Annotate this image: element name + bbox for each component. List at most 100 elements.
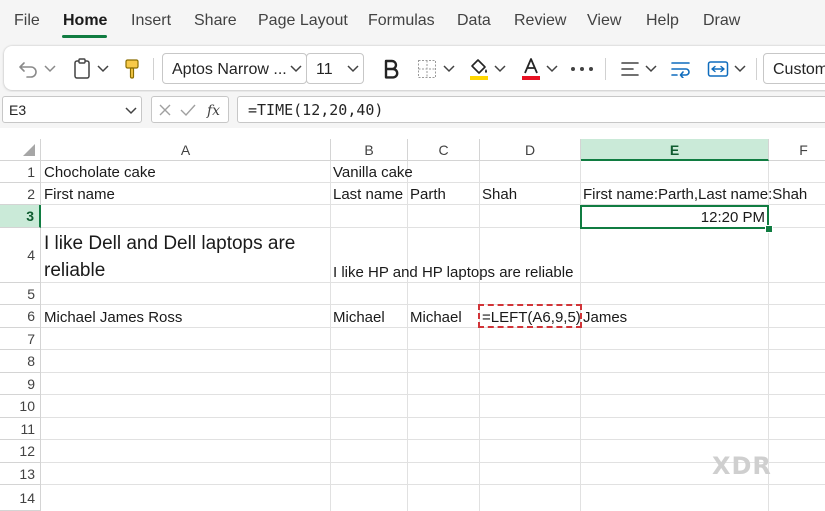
- cell-b1[interactable]: Vanilla cake: [330, 161, 480, 183]
- row-header-7[interactable]: 7: [0, 328, 41, 350]
- tab-help[interactable]: Help: [646, 12, 679, 30]
- paint-bucket-icon: [470, 59, 488, 80]
- fill-color-button[interactable]: [467, 55, 491, 83]
- cell-a1[interactable]: Chocholate cake: [41, 161, 331, 183]
- align-left-icon: [621, 62, 639, 76]
- more-icon: [571, 67, 593, 71]
- svg-text:fx: fx: [206, 103, 220, 119]
- undo-button[interactable]: [17, 58, 41, 80]
- row-header-3[interactable]: 3: [0, 205, 41, 228]
- chevron-down-icon: [734, 65, 746, 73]
- active-tab-indicator: [62, 35, 107, 38]
- cancel-icon[interactable]: [158, 103, 172, 117]
- paste-button[interactable]: [70, 57, 94, 81]
- chevron-down-icon: [546, 65, 558, 73]
- tab-formulas[interactable]: Formulas: [368, 12, 435, 30]
- font-color-button[interactable]: [519, 55, 543, 83]
- font-size-value: 11: [316, 61, 333, 78]
- tab-view[interactable]: View: [587, 12, 621, 30]
- fill-handle[interactable]: [765, 225, 773, 233]
- merge-cells-button[interactable]: [705, 57, 731, 81]
- fill-color-dropdown[interactable]: [493, 60, 507, 78]
- insert-function-icon[interactable]: fx: [206, 101, 224, 119]
- tab-review[interactable]: Review: [514, 12, 566, 30]
- row-header-6[interactable]: 6: [0, 305, 41, 328]
- name-box-value: E3: [9, 102, 27, 118]
- more-options-button[interactable]: [569, 60, 595, 78]
- select-all-button[interactable]: [0, 139, 41, 161]
- chevron-down-icon: [97, 65, 109, 73]
- cell-b4[interactable]: I like HP and HP laptops are reliable: [330, 228, 580, 283]
- row-header-5[interactable]: 5: [0, 283, 41, 305]
- font-size-select[interactable]: 11: [306, 53, 364, 84]
- font-name-value: Aptos Narrow ...: [172, 61, 287, 78]
- row-header-14[interactable]: 14: [0, 485, 41, 511]
- cell-c2[interactable]: Parth: [407, 183, 479, 205]
- chevron-down-icon: [44, 65, 56, 73]
- wrap-text-button[interactable]: [668, 57, 694, 81]
- name-box[interactable]: E3: [2, 96, 142, 123]
- tab-file[interactable]: File: [14, 12, 40, 30]
- column-header-e[interactable]: E: [581, 139, 769, 161]
- font-color-dropdown[interactable]: [545, 60, 559, 78]
- active-cell-border: [580, 205, 769, 229]
- number-format-value: Custom: [773, 61, 825, 78]
- chevron-down-icon: [494, 65, 506, 73]
- chevron-down-icon: [347, 65, 359, 73]
- font-name-select[interactable]: Aptos Narrow ...: [162, 53, 307, 84]
- formula-actions: fx: [151, 96, 229, 123]
- undo-dropdown[interactable]: [43, 60, 57, 78]
- chevron-down-icon: [125, 107, 137, 115]
- merge-dropdown[interactable]: [733, 60, 747, 78]
- row-header-1[interactable]: 1: [0, 161, 41, 183]
- cell-d2[interactable]: Shah: [479, 183, 580, 205]
- row-header-9[interactable]: 9: [0, 373, 41, 395]
- column-header-b[interactable]: B: [331, 139, 408, 161]
- row-header-4[interactable]: 4: [0, 228, 41, 283]
- check-icon[interactable]: [180, 103, 196, 117]
- paste-dropdown[interactable]: [96, 60, 110, 78]
- borders-dropdown[interactable]: [442, 60, 456, 78]
- wrap-text-icon: [671, 62, 690, 78]
- tab-draw[interactable]: Draw: [703, 12, 740, 30]
- chevron-down-icon: [290, 65, 302, 73]
- column-header-a[interactable]: A: [41, 139, 331, 161]
- cell-a4[interactable]: I like Dell and Dell laptops are reliabl…: [41, 228, 330, 283]
- number-format-select[interactable]: Custom: [763, 53, 825, 84]
- undo-icon: [19, 62, 37, 78]
- row-header-13[interactable]: 13: [0, 463, 41, 485]
- paintbrush-icon: [125, 59, 139, 79]
- borders-icon: [418, 60, 436, 78]
- cell-b6[interactable]: Michael: [330, 305, 407, 328]
- clipboard-icon: [74, 58, 90, 79]
- cell-c6[interactable]: Michael: [407, 305, 479, 328]
- formula-input[interactable]: =TIME(12,20,40): [237, 96, 825, 123]
- bold-icon: [384, 59, 399, 79]
- column-header-c[interactable]: C: [408, 139, 480, 161]
- cell-e2[interactable]: First name:Parth,Last name:Shah: [580, 183, 820, 205]
- chevron-down-icon: [443, 65, 455, 73]
- bold-button[interactable]: [379, 56, 403, 82]
- align-dropdown[interactable]: [644, 60, 658, 78]
- row-header-2[interactable]: 2: [0, 183, 41, 205]
- cell-a6[interactable]: Michael James Ross: [41, 305, 331, 328]
- tab-data[interactable]: Data: [457, 12, 491, 30]
- column-header-f[interactable]: F: [769, 139, 825, 161]
- tab-share[interactable]: Share: [194, 12, 237, 30]
- copy-marquee: [478, 304, 582, 328]
- row-header-12[interactable]: 12: [0, 440, 41, 463]
- cell-e6[interactable]: James: [580, 305, 768, 328]
- ribbon-tabs: File Home Insert Share Page Layout Formu…: [0, 0, 825, 44]
- row-header-8[interactable]: 8: [0, 350, 41, 373]
- column-header-d[interactable]: D: [480, 139, 581, 161]
- borders-button[interactable]: [415, 57, 439, 81]
- cell-b2[interactable]: Last name: [330, 183, 407, 205]
- align-button[interactable]: [618, 58, 642, 80]
- format-painter-button[interactable]: [120, 56, 144, 82]
- cell-a2[interactable]: First name: [41, 183, 331, 205]
- tab-home[interactable]: Home: [63, 12, 107, 30]
- row-header-10[interactable]: 10: [0, 395, 41, 418]
- row-header-11[interactable]: 11: [0, 418, 41, 440]
- tab-page-layout[interactable]: Page Layout: [258, 12, 348, 30]
- tab-insert[interactable]: Insert: [131, 12, 171, 30]
